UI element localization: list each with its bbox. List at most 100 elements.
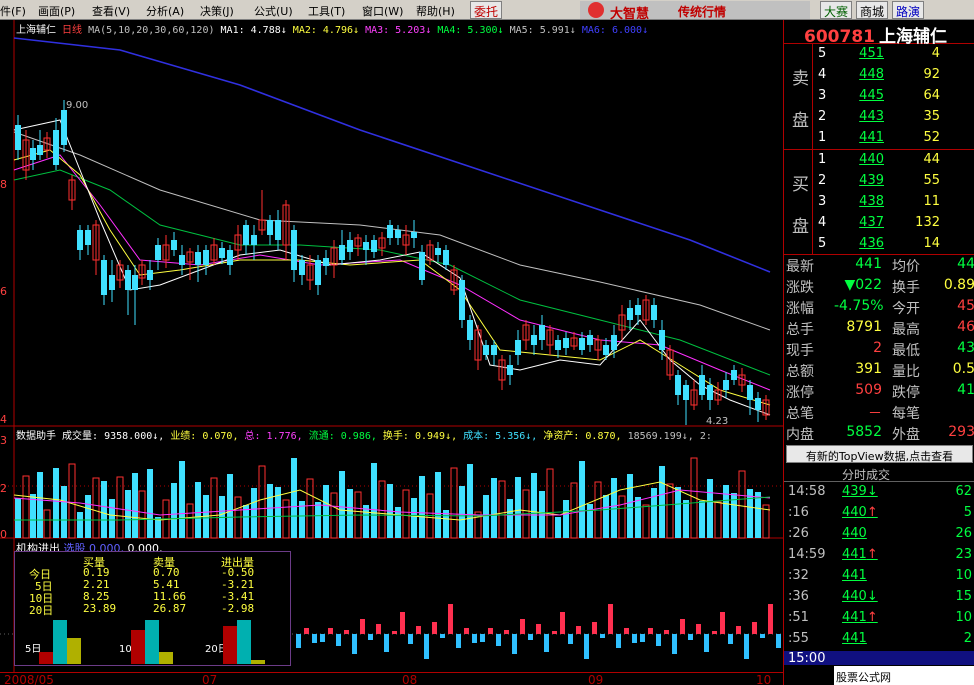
price: 448 (859, 67, 884, 82)
menu-window[interactable]: 窗口(W) (362, 3, 403, 19)
vol-axis-2: 2 (0, 482, 7, 495)
candle (563, 332, 569, 355)
volume-bar (30, 494, 36, 538)
tick-time: 14:58 (788, 484, 826, 499)
row-net: -2.98 (221, 602, 255, 615)
menu-analysis[interactable]: 分析(A) (146, 3, 184, 19)
candle (755, 392, 761, 422)
buy-level-row[interactable]: 4 437 132 (784, 215, 974, 236)
candle (203, 245, 209, 275)
buy-level-row[interactable]: 1 440 44 (784, 152, 974, 173)
flow-bar (296, 634, 301, 648)
mall-button[interactable]: 商城 (856, 1, 889, 19)
volume: 11 (923, 194, 940, 209)
tick-volume: 23 (955, 547, 972, 562)
level: 5 (818, 236, 827, 251)
sell-level-row[interactable]: 1 441 52 (784, 130, 974, 151)
quote-row: 总手 8791 最高 46 (784, 319, 974, 340)
menu-formula[interactable]: 公式(U) (254, 3, 293, 19)
candle (642, 295, 650, 325)
quote-row: 现手 2 最低 43 (784, 340, 974, 361)
volume-bar (171, 483, 177, 538)
flow-bar (752, 622, 757, 634)
contest-button[interactable]: 大赛 (820, 1, 853, 19)
price: 436 (859, 236, 884, 251)
date-label-07: 07 (202, 673, 218, 685)
tick-time: :16 (788, 505, 809, 520)
candle (330, 240, 338, 278)
bar-20d-net (251, 660, 265, 664)
candle (171, 232, 177, 256)
sell-level-row[interactable]: 2 443 35 (784, 109, 974, 130)
inst-row-5d: 5日 2.21 5.41 -3.21 (15, 578, 292, 593)
flow-bar (528, 634, 533, 640)
row-label: 20日 (29, 604, 54, 617)
flow-bar (336, 634, 341, 646)
quote-value-2: 41 (957, 382, 974, 398)
volume: 64 (923, 88, 940, 103)
entrust-button[interactable]: 委托 (470, 1, 503, 19)
quote-label-2: 量比 (892, 364, 920, 380)
quote-label: 涨幅 (786, 301, 814, 317)
quote-value-2: 45 (957, 298, 974, 314)
candle (546, 325, 554, 355)
data-helper-title[interactable]: 数据助手 (16, 431, 56, 442)
sell-level-row[interactable]: 4 448 92 (784, 67, 974, 88)
date-axis: 2008/05 07 08 09 10 (0, 672, 783, 685)
volume-bar (147, 469, 153, 538)
bar-5d-sell (53, 620, 67, 664)
quote-label-2: 换手 (892, 280, 920, 296)
tick-price: 441 (842, 568, 867, 583)
quote-label: 总手 (786, 322, 814, 338)
candle (699, 365, 705, 400)
date-label-08: 08 (402, 673, 418, 685)
candle (675, 370, 681, 405)
flow-bar (776, 634, 781, 648)
tick-row: 14:59 441↑ 23 (784, 547, 974, 569)
price: 445 (859, 88, 884, 103)
buy-level-row[interactable]: 5 436 14 (784, 236, 974, 257)
volume-bar (186, 503, 194, 539)
price-axis-low: 4 (0, 413, 7, 426)
stock-code-header[interactable]: 600781 上海辅仁 (784, 20, 974, 47)
quote-row: 涨跌 ▼022 换手 0.89 (784, 277, 974, 298)
price: 437 (859, 215, 884, 230)
trading-window: 件(F) 画面(P) 查看(V) 分析(A) 决策(J) 公式(U) 工具(T)… (0, 0, 974, 685)
volume-bar (85, 495, 91, 538)
volume-bar (587, 504, 593, 538)
volume-bar (738, 470, 746, 539)
menu-screen[interactable]: 画面(P) (38, 3, 75, 19)
candle (43, 132, 51, 158)
quote-value: -4.75% (834, 298, 884, 314)
flow-bar (728, 634, 733, 644)
volume-bar (507, 499, 513, 538)
volume: 14 (923, 236, 940, 251)
flow-bar (632, 634, 637, 643)
candle (155, 238, 161, 270)
flow-bar (344, 630, 349, 634)
buy-level-row[interactable]: 2 439 55 (784, 173, 974, 194)
volume-bar (579, 461, 585, 538)
sell-level-row[interactable]: 5 451 4 (784, 46, 974, 67)
volume: 92 (923, 67, 940, 82)
topview-button[interactable]: 有新的TopView数据,点击查看 (786, 445, 973, 463)
volume-bar (61, 486, 67, 538)
volume-bar (555, 517, 561, 538)
roadshow-button[interactable]: 路演 (892, 1, 925, 19)
menu-help[interactable]: 帮助(H) (416, 3, 455, 19)
volume: 132 (915, 215, 940, 230)
tab-tick-trades[interactable]: 分时成交 (842, 466, 890, 483)
menu-decision[interactable]: 决策(J) (200, 3, 234, 19)
menu-file[interactable]: 件(F) (0, 3, 26, 19)
buy-level-row[interactable]: 3 438 11 (784, 194, 974, 215)
volume-bar (707, 479, 713, 538)
candle (419, 245, 425, 285)
menu-tools[interactable]: 工具(T) (308, 3, 345, 19)
volume-bar (450, 467, 458, 539)
quote-row: 涨停 509 跌停 41 (784, 382, 974, 403)
candle (227, 245, 233, 275)
quote-value-2: 0.5 (952, 361, 974, 377)
quote-value-2: 44 (957, 256, 974, 272)
menu-view[interactable]: 查看(V) (92, 3, 130, 19)
sell-level-row[interactable]: 3 445 64 (784, 88, 974, 109)
